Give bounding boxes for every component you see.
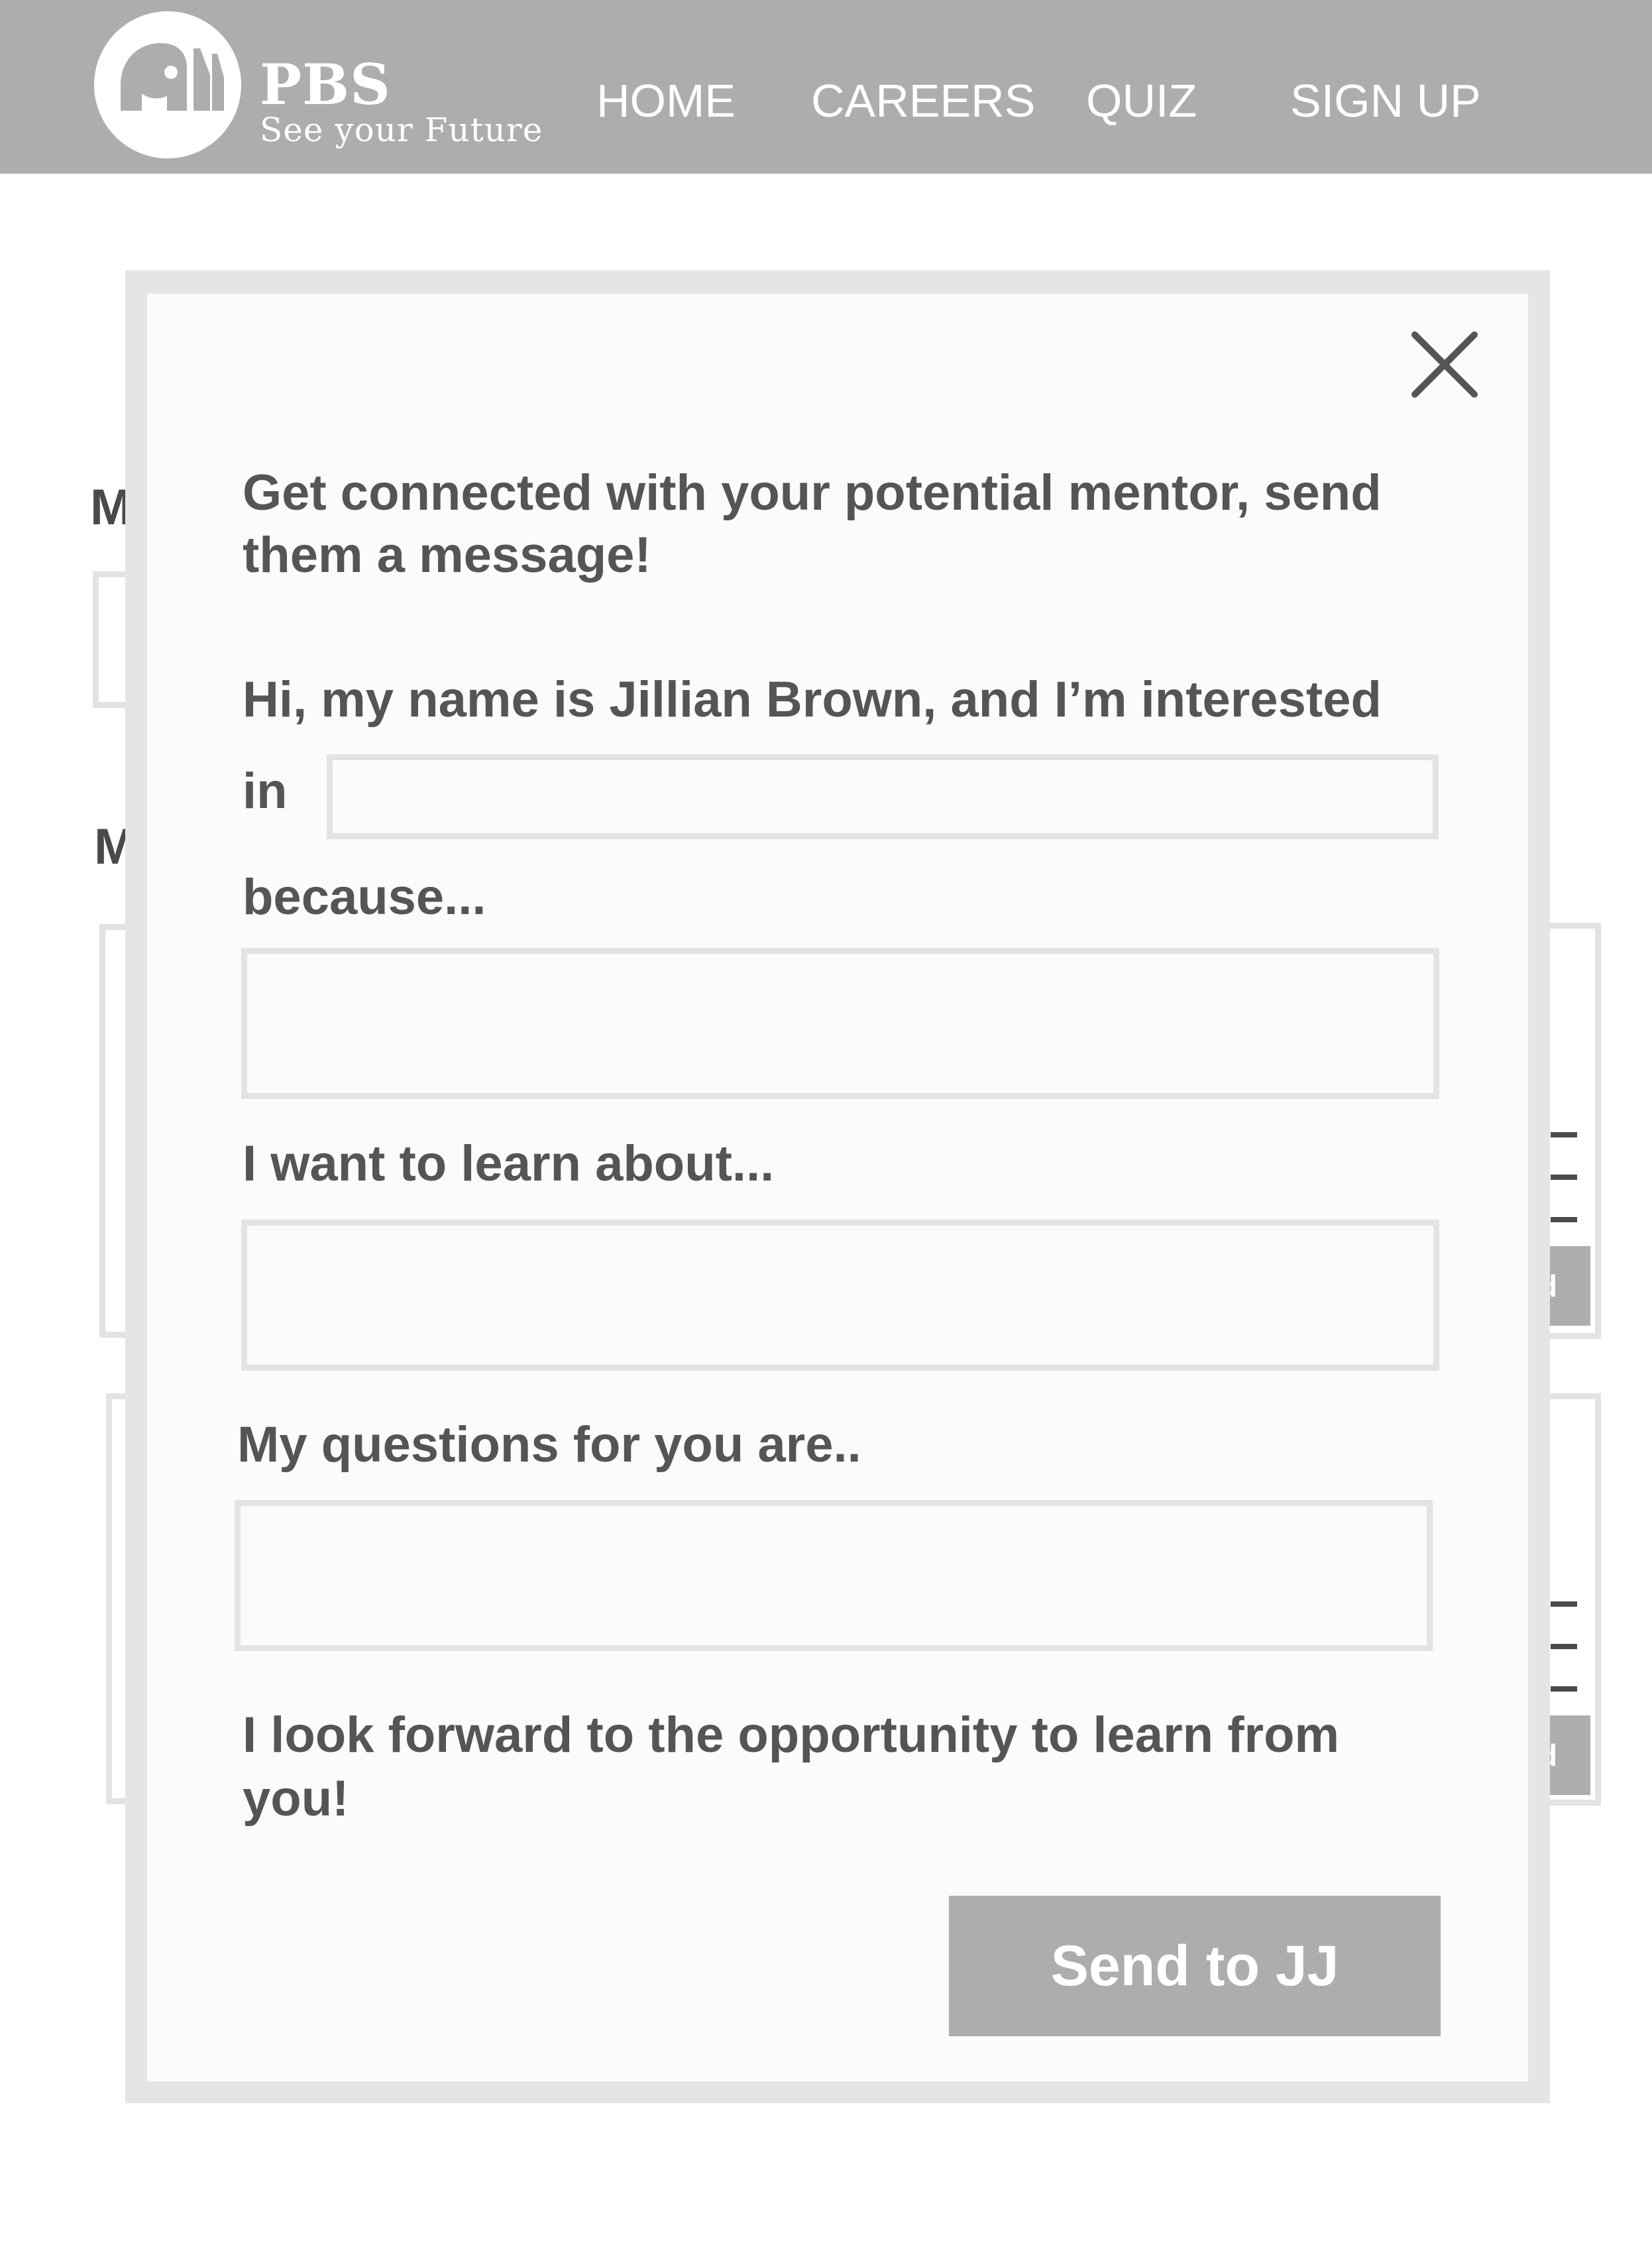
background-dash bbox=[1551, 1686, 1577, 1692]
close-icon[interactable] bbox=[1408, 328, 1481, 401]
pbs-heads-icon bbox=[121, 43, 224, 111]
background-dash bbox=[1551, 1132, 1577, 1137]
brand-name: PBS bbox=[260, 52, 391, 117]
closing-line-1: I look forward to the opportunity to lea… bbox=[243, 1707, 1340, 1763]
nav-careers[interactable]: CAREERS bbox=[811, 74, 1035, 127]
greeting-text: Hi, my name is Jillian Brown, and I’m in… bbox=[243, 671, 1382, 728]
questions-textarea[interactable] bbox=[235, 1500, 1433, 1651]
brand-tagline: See your Future bbox=[260, 111, 543, 149]
send-button[interactable]: Send to JJ bbox=[949, 1896, 1441, 2036]
pbs-logo[interactable] bbox=[94, 11, 241, 158]
interest-input[interactable] bbox=[327, 754, 1439, 839]
learn-label: I want to learn about... bbox=[243, 1135, 775, 1192]
background-dash bbox=[1551, 1175, 1577, 1180]
background-dash bbox=[1551, 1644, 1577, 1649]
top-navigation-bar: PBS See your Future HOME CAREERS QUIZ SI… bbox=[0, 0, 1652, 174]
modal-intro-line-1: Get connected with your potential mentor… bbox=[243, 465, 1382, 521]
in-label: in bbox=[243, 763, 288, 819]
background-dash bbox=[1551, 1601, 1577, 1607]
learn-textarea[interactable] bbox=[241, 1220, 1439, 1371]
because-label: because... bbox=[243, 869, 486, 925]
because-textarea[interactable] bbox=[241, 948, 1439, 1099]
questions-label: My questions for you are.. bbox=[237, 1417, 861, 1473]
modal-intro-line-2: them a message! bbox=[243, 527, 651, 583]
nav-quiz[interactable]: QUIZ bbox=[1086, 74, 1197, 127]
closing-line-2: you! bbox=[243, 1770, 349, 1827]
background-dash bbox=[1551, 1217, 1577, 1222]
nav-home[interactable]: HOME bbox=[596, 74, 736, 127]
nav-sign-up[interactable]: SIGN UP bbox=[1290, 74, 1481, 127]
